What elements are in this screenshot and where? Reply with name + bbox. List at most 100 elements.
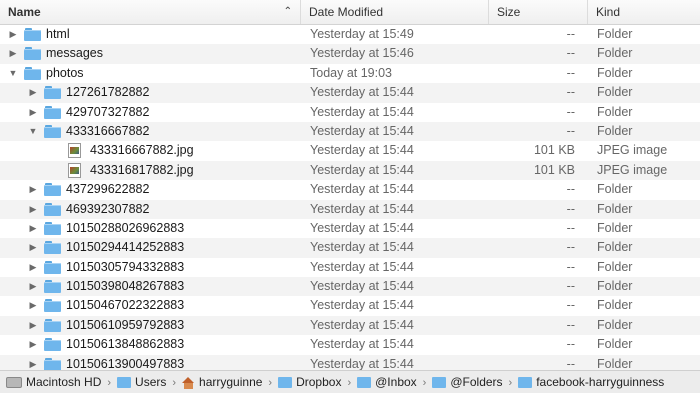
kind-cell: Folder bbox=[597, 356, 633, 370]
file-row[interactable]: ▶ messages Yesterday at 15:46 -- Folder bbox=[0, 44, 700, 64]
disclosure-collapsed-icon[interactable]: ▶ bbox=[28, 258, 38, 277]
disclosure-collapsed-icon[interactable]: ▶ bbox=[28, 200, 38, 219]
date-modified-cell: Yesterday at 15:44 bbox=[310, 337, 414, 352]
path-crumb[interactable]: harryguinne bbox=[182, 371, 262, 393]
size-cell: -- bbox=[566, 298, 575, 313]
file-row[interactable]: ▶ 10150398048267883 Yesterday at 15:44 -- Fo… bbox=[0, 277, 700, 297]
size-cell: -- bbox=[566, 27, 575, 41]
path-crumb[interactable]: facebook-harryguinness bbox=[518, 371, 664, 393]
disclosure-collapsed-icon[interactable]: ▶ bbox=[28, 103, 38, 122]
path-crumb[interactable]: @Folders bbox=[432, 371, 503, 393]
kind-cell: Folder bbox=[597, 85, 633, 100]
file-row[interactable]: ▼ photos Today at 19:03 -- Folder bbox=[0, 64, 700, 83]
size-cell: -- bbox=[566, 279, 575, 294]
image-icon bbox=[68, 143, 81, 159]
file-row[interactable]: ▶ 127261782882 Yesterday at 15:44 -- Folder bbox=[0, 83, 700, 103]
path-crumb-label: harryguinne bbox=[199, 375, 263, 389]
kind-column-label: Kind bbox=[596, 5, 621, 19]
disclosure-collapsed-icon[interactable]: ▶ bbox=[28, 83, 38, 102]
name-cell: ▶ 429707327882 bbox=[0, 103, 300, 122]
file-name: 10150305794332883 bbox=[66, 259, 185, 274]
size-cell: -- bbox=[566, 317, 575, 332]
file-name: 10150610959792883 bbox=[66, 317, 185, 332]
folder-icon bbox=[44, 280, 61, 294]
file-row[interactable]: 433316667882.jpg Yesterday at 15:44 101 KB… bbox=[0, 141, 700, 160]
folder-icon bbox=[44, 318, 61, 332]
folder-icon bbox=[44, 357, 61, 370]
disclosure-collapsed-icon[interactable]: ▶ bbox=[28, 316, 38, 335]
disclosure-collapsed-icon[interactable]: ▶ bbox=[8, 25, 18, 44]
name-cell: ▶ 10150467022322883 bbox=[0, 296, 300, 315]
date-modified-cell: Yesterday at 15:44 bbox=[310, 104, 414, 119]
column-header: Name ⌃ Date Modified Size Kind bbox=[0, 0, 700, 25]
size-column-header[interactable]: Size bbox=[488, 0, 587, 24]
folder-icon bbox=[44, 124, 61, 138]
name-cell: ▶ 10150305794332883 bbox=[0, 258, 300, 277]
folder-icon bbox=[357, 377, 372, 389]
path-crumb-label: facebook-harryguinness bbox=[536, 375, 665, 389]
name-cell: ▼ 433316667882 bbox=[0, 122, 300, 141]
path-crumb[interactable]: Dropbox bbox=[278, 371, 341, 393]
file-row[interactable]: ▶ 10150610959792883 Yesterday at 15:44 -- Fo… bbox=[0, 315, 700, 336]
size-cell: -- bbox=[566, 182, 575, 197]
folder-icon bbox=[24, 47, 41, 61]
disclosure-collapsed-icon[interactable]: ▶ bbox=[28, 238, 38, 257]
size-cell: -- bbox=[566, 259, 575, 274]
disclosure-collapsed-icon[interactable]: ▶ bbox=[28, 277, 38, 296]
size-cell: -- bbox=[566, 201, 575, 216]
name-cell: 433316667882.jpg bbox=[0, 141, 300, 160]
file-row[interactable]: ▼ 433316667882 Yesterday at 15:44 -- Folder bbox=[0, 121, 700, 142]
kind-cell: Folder bbox=[597, 65, 633, 80]
chevron-right-icon: › bbox=[347, 377, 352, 389]
disclosure-collapsed-icon[interactable]: ▶ bbox=[28, 219, 38, 238]
file-row[interactable]: 433316817882.jpg Yesterday at 15:44 101 KB… bbox=[0, 160, 700, 181]
name-cell: ▶ html bbox=[0, 25, 300, 44]
path-crumb-label: Users bbox=[135, 375, 167, 389]
name-cell: 433316817882.jpg bbox=[0, 161, 300, 180]
chevron-right-icon: › bbox=[508, 377, 513, 389]
size-cell: -- bbox=[566, 220, 575, 235]
disclosure-collapsed-icon[interactable]: ▶ bbox=[28, 180, 38, 199]
path-crumb[interactable]: Macintosh HD bbox=[6, 371, 101, 393]
file-name: photos bbox=[46, 65, 84, 80]
file-row[interactable]: ▶ 469392307882 Yesterday at 15:44 -- Folder bbox=[0, 199, 700, 219]
kind-cell: Folder bbox=[597, 27, 633, 41]
disclosure-expanded-icon[interactable]: ▼ bbox=[8, 64, 18, 83]
chevron-right-icon: › bbox=[422, 377, 427, 389]
disclosure-expanded-icon[interactable]: ▼ bbox=[28, 122, 38, 141]
disclosure-collapsed-icon[interactable]: ▶ bbox=[28, 355, 38, 370]
date-modified-column-header[interactable]: Date Modified bbox=[300, 0, 488, 24]
path-crumb[interactable]: @Inbox bbox=[357, 371, 417, 393]
file-row[interactable]: ▶ 437299622882 Yesterday at 15:44 -- Folder bbox=[0, 180, 700, 199]
path-crumb[interactable]: Users bbox=[117, 371, 166, 393]
file-row[interactable]: ▶ 10150288026962883 Yesterday at 15:44 -- Fo… bbox=[0, 219, 700, 238]
folder-icon bbox=[432, 377, 447, 389]
file-row[interactable]: ▶ 10150613848862883 Yesterday at 15:44 -- Fo… bbox=[0, 335, 700, 354]
name-column-header[interactable]: Name ⌃ bbox=[0, 0, 300, 24]
file-row[interactable]: ▶ 10150467022322883 Yesterday at 15:44 -- Fo… bbox=[0, 296, 700, 315]
folder-icon bbox=[117, 377, 132, 389]
kind-cell: Folder bbox=[597, 123, 633, 138]
disclosure-collapsed-icon[interactable]: ▶ bbox=[28, 296, 38, 315]
path-crumb-label: @Folders bbox=[450, 375, 503, 389]
file-row[interactable]: ▶ 10150294414252883 Yesterday at 15:44 -- Fo… bbox=[0, 238, 700, 258]
size-cell: -- bbox=[566, 46, 575, 61]
disclosure-collapsed-icon[interactable]: ▶ bbox=[28, 335, 38, 354]
finder-window: Name ⌃ Date Modified Size Kind ▶ html Yest… bbox=[0, 0, 700, 393]
date-modified-cell: Yesterday at 15:44 bbox=[310, 162, 414, 177]
date-modified-cell: Yesterday at 15:44 bbox=[310, 356, 414, 370]
file-row[interactable]: ▶ 10150613900497883 Yesterday at 15:44 -- Fo… bbox=[0, 354, 700, 370]
folder-icon bbox=[278, 377, 293, 389]
file-row[interactable]: ▶ html Yesterday at 15:49 -- Folder bbox=[0, 25, 700, 44]
date-modified-cell: Yesterday at 15:44 bbox=[310, 317, 414, 332]
date-modified-cell: Yesterday at 15:49 bbox=[310, 27, 414, 41]
name-cell: ▶ 10150613900497883 bbox=[0, 355, 300, 370]
folder-icon bbox=[44, 260, 61, 274]
size-cell: -- bbox=[566, 240, 575, 255]
size-cell: -- bbox=[566, 123, 575, 138]
file-row[interactable]: ▶ 429707327882 Yesterday at 15:44 -- Folder bbox=[0, 103, 700, 122]
kind-column-header[interactable]: Kind bbox=[587, 0, 700, 24]
disclosure-collapsed-icon[interactable]: ▶ bbox=[8, 44, 18, 63]
date-modified-cell: Yesterday at 15:46 bbox=[310, 46, 414, 61]
file-row[interactable]: ▶ 10150305794332883 Yesterday at 15:44 -- Fo… bbox=[0, 258, 700, 277]
